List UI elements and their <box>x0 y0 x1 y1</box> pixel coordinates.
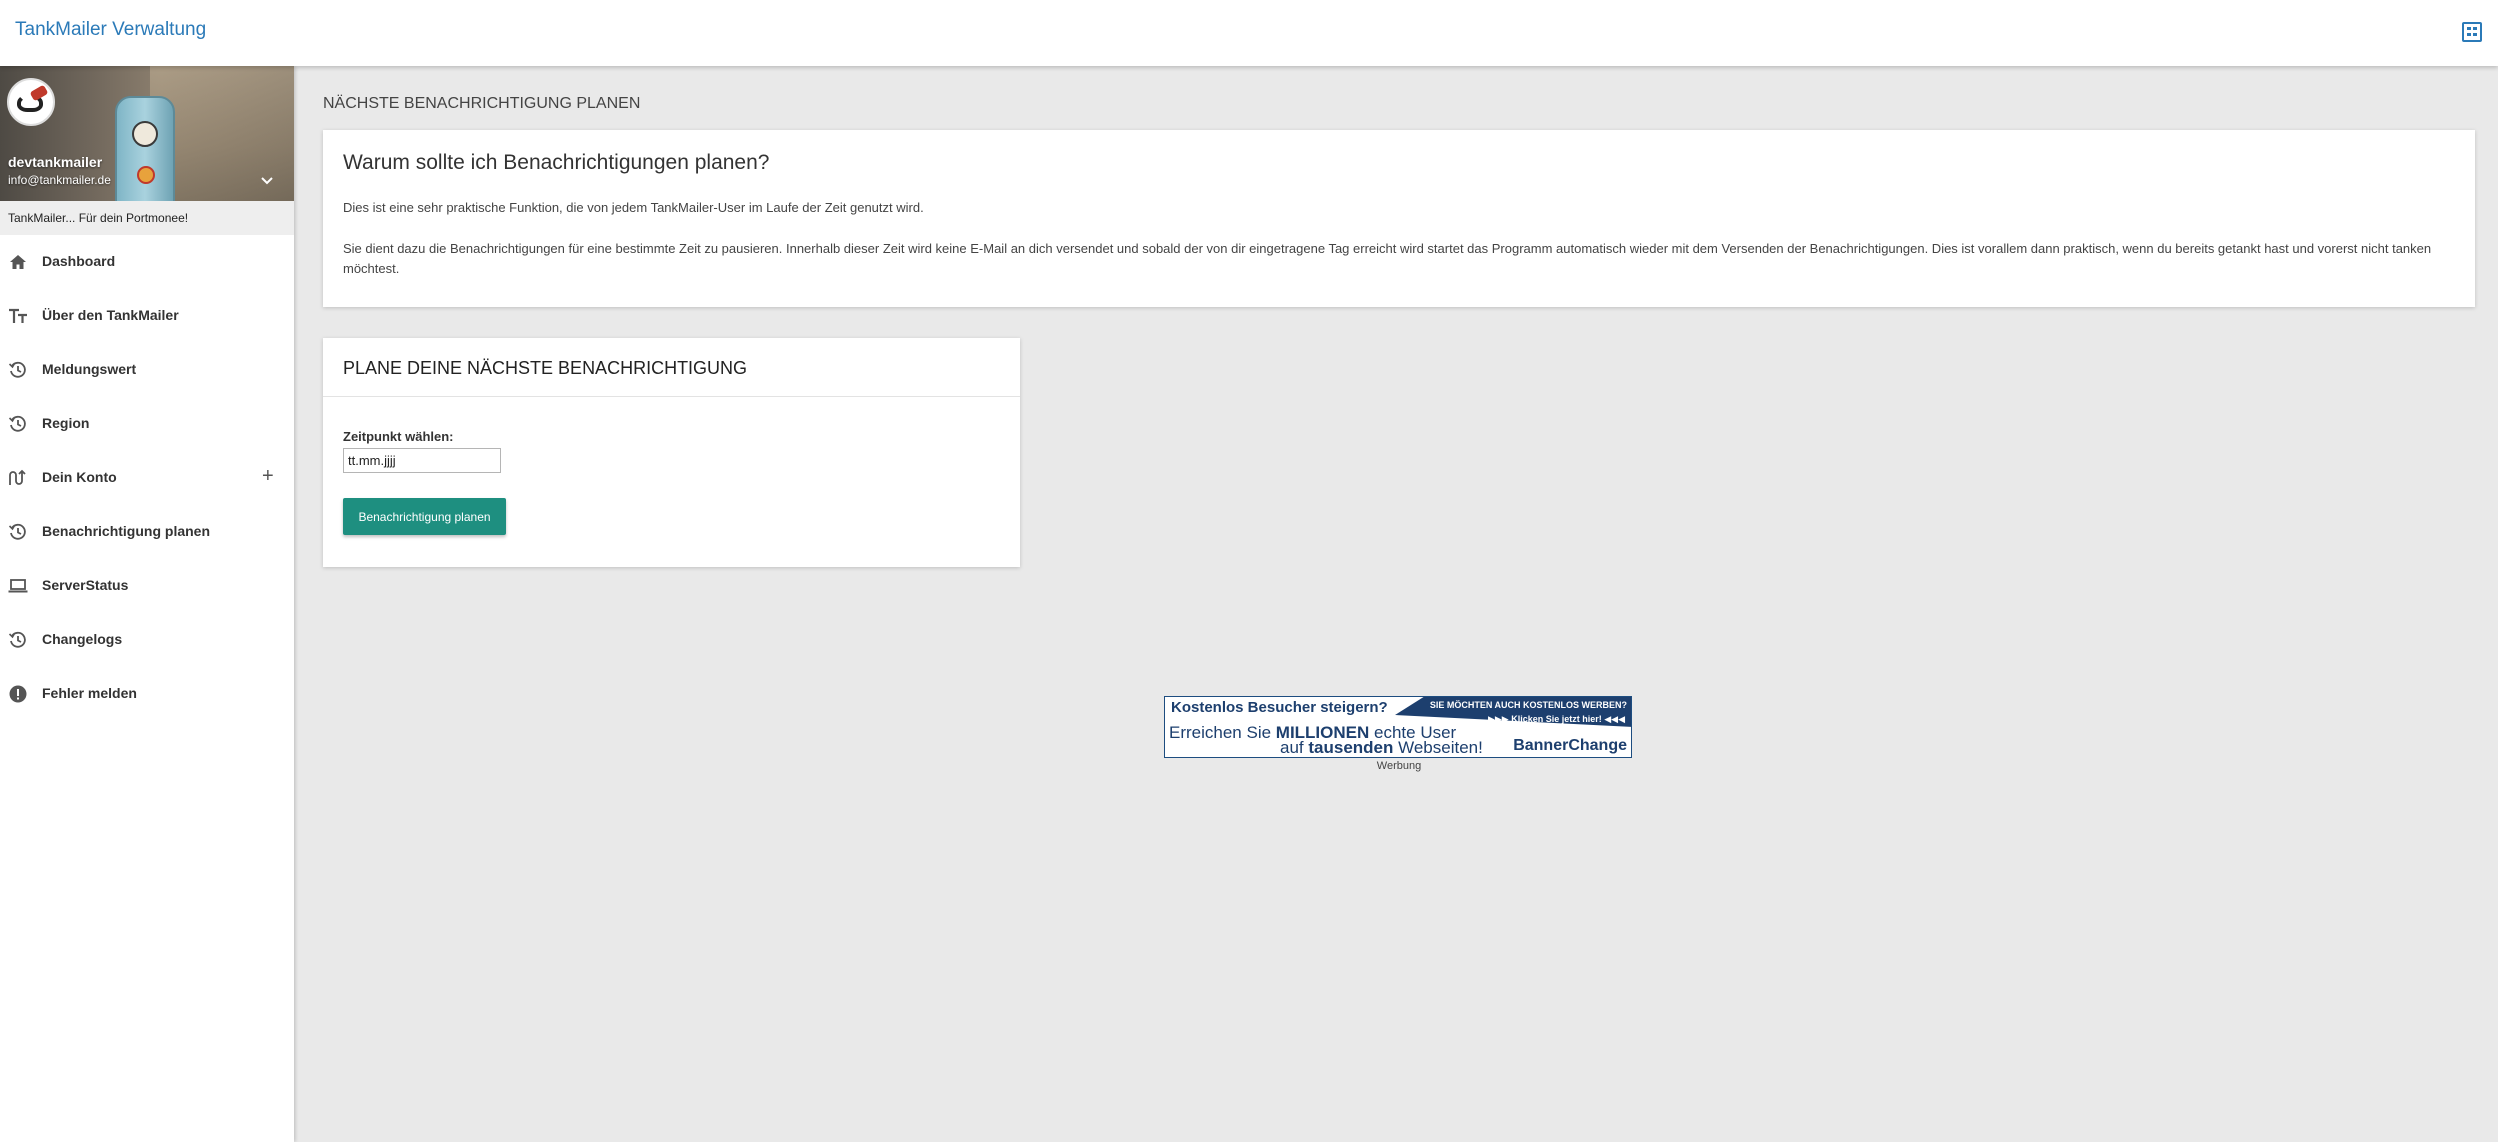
sidebar-item-serverstatus[interactable]: ServerStatus <box>0 559 294 613</box>
home-icon <box>10 255 26 269</box>
chevron-down-icon[interactable] <box>260 174 274 188</box>
expand-plus-icon[interactable]: + <box>262 465 274 488</box>
sidebar-nav: Dashboard Über den TankMailer Meldungswe… <box>0 235 294 721</box>
info-paragraph: Dies ist eine sehr praktische Funktion, … <box>343 200 924 215</box>
sidebar-item-label: Dashboard <box>42 253 116 269</box>
sidebar-item-label: ServerStatus <box>42 577 129 593</box>
sidebar-item-dein-konto[interactable]: Dein Konto + <box>0 451 294 505</box>
schedule-form-card: PLANE DEINE NÄCHSTE BENACHRICHTIGUNG Zei… <box>323 338 1020 567</box>
banner-line-3: auf tausenden Webseiten! <box>1280 738 1483 757</box>
gas-pump-dial <box>132 121 158 147</box>
sidebar-item-benachrichtigung-planen[interactable]: Benachrichtigung planen <box>0 505 294 559</box>
schedule-button[interactable]: Benachrichtigung planen <box>343 498 506 535</box>
page-title: NÄCHSTE BENACHRICHTIGUNG PLANEN <box>323 95 641 112</box>
banner-headline: Kostenlos Besucher steigern? <box>1171 699 1388 716</box>
history-icon <box>8 631 26 648</box>
sidebar-item-label: Meldungswert <box>42 361 137 377</box>
history-icon <box>8 361 26 378</box>
sidebar-item-dashboard[interactable]: Dashboard <box>0 235 294 289</box>
history-icon <box>8 415 26 432</box>
profile-header: devtankmailer info@tankmailer.de <box>0 66 294 201</box>
sidebar: devtankmailer info@tankmailer.de TankMai… <box>0 66 294 1142</box>
divider <box>323 396 1020 397</box>
banner-brand: BannerChange <box>1513 737 1627 754</box>
date-label: Zeitpunkt wählen: <box>343 429 454 444</box>
gas-pump-image <box>115 96 175 201</box>
sidebar-item-region[interactable]: Region <box>0 397 294 451</box>
alert-icon <box>9 685 27 703</box>
profile-email: info@tankmailer.de <box>8 173 111 187</box>
grid-icon[interactable] <box>2462 22 2482 42</box>
info-card: Warum sollte ich Benachrichtigungen plan… <box>323 130 2475 307</box>
sidebar-item-label: Benachrichtigung planen <box>42 523 211 539</box>
info-paragraph: Sie dient dazu die Benachrichtigungen fü… <box>343 241 2432 276</box>
route-icon <box>9 469 26 485</box>
banner-ad[interactable]: Kostenlos Besucher steigern? SIE MÖCHTEN… <box>1164 696 1632 758</box>
text-size-icon <box>9 308 27 323</box>
ad-caption: Werbung <box>1376 760 1422 772</box>
avatar <box>7 78 55 126</box>
sidebar-item-label: Fehler melden <box>42 685 137 701</box>
laptop-icon <box>8 579 28 593</box>
info-card-title: Warum sollte ich Benachrichtigungen plan… <box>343 151 770 174</box>
sidebar-item-label: Changelogs <box>42 631 123 647</box>
form-card-title: PLANE DEINE NÄCHSTE BENACHRICHTIGUNG <box>343 358 748 378</box>
gas-pump-logo <box>137 166 155 184</box>
date-input[interactable] <box>343 448 501 473</box>
sidebar-item-meldungswert[interactable]: Meldungswert <box>0 343 294 397</box>
sidebar-item-ueber[interactable]: Über den TankMailer <box>0 289 294 343</box>
profile-username: devtankmailer <box>8 154 103 170</box>
history-icon <box>8 523 26 540</box>
app-title[interactable]: TankMailer Verwaltung <box>15 19 206 41</box>
banner-cta-title: SIE MÖCHTEN AUCH KOSTENLOS WERBEN? <box>1429 700 1627 710</box>
profile-tagline: TankMailer... Für dein Portmonee! <box>0 201 294 235</box>
sidebar-item-changelogs[interactable]: Changelogs <box>0 613 294 667</box>
sidebar-item-label: Über den TankMailer <box>42 307 179 323</box>
top-bar: TankMailer Verwaltung <box>0 0 2498 66</box>
sidebar-item-label: Dein Konto <box>42 469 117 485</box>
sidebar-item-label: Region <box>42 415 90 431</box>
sidebar-item-fehler-melden[interactable]: Fehler melden <box>0 667 294 721</box>
banner-cta-link: ▶▶▶ Klicken Sie jetzt hier! ◀◀◀ <box>1487 714 1625 724</box>
